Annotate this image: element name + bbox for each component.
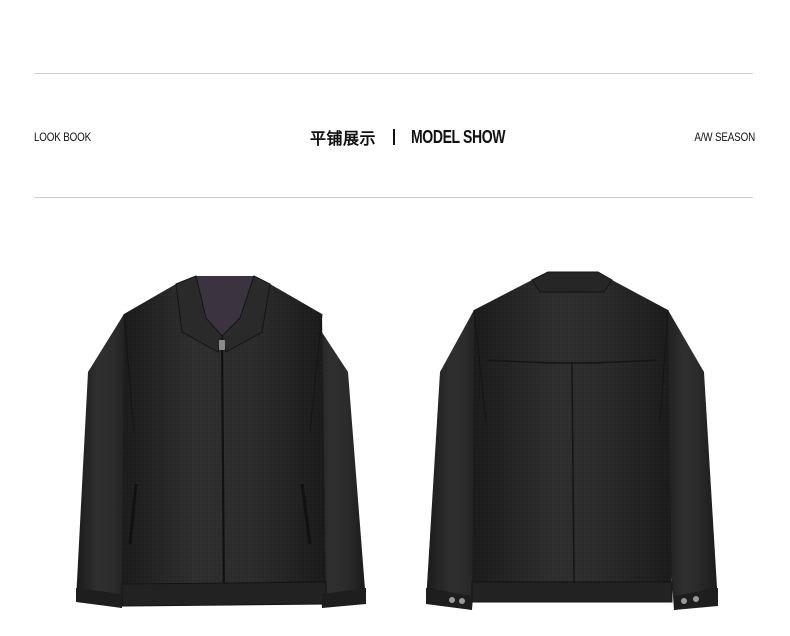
title-separator: [393, 129, 396, 145]
look-book-label: LOOK BOOK: [34, 130, 92, 144]
bottom-divider-line: [34, 197, 753, 198]
top-divider-line: [34, 73, 753, 74]
section-title: 平铺展示 MODEL SHOW: [310, 126, 532, 149]
jacket-front-image: [64, 262, 384, 622]
season-label: A/W SEASON: [694, 130, 755, 144]
title-chinese: 平铺展示: [310, 129, 377, 148]
jacket-back-image: [412, 262, 732, 622]
section-header: LOOK BOOK 平铺展示 MODEL SHOW A/W SEASON: [34, 126, 755, 149]
title-english: MODEL SHOW: [411, 126, 506, 147]
